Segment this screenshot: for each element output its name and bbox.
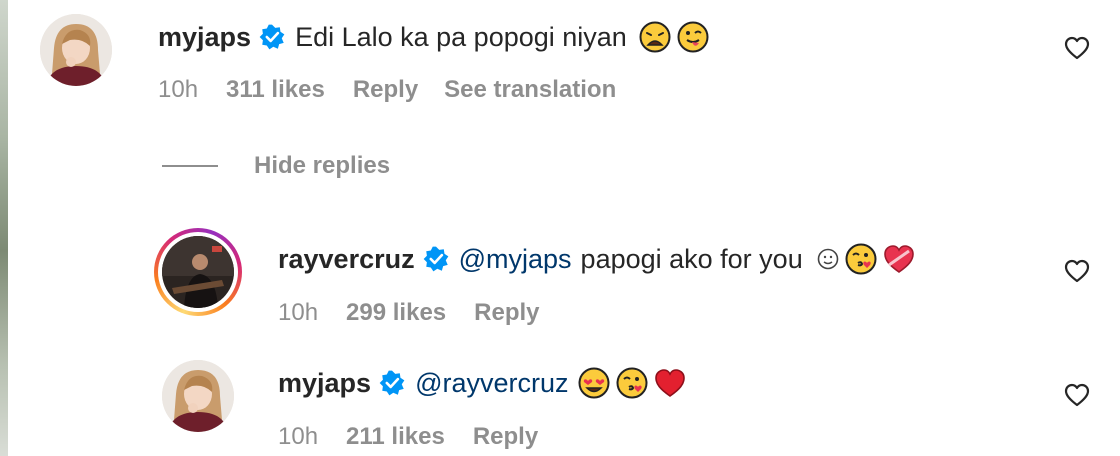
replies-divider-line — [162, 165, 218, 167]
heart-with-ribbon-icon — [883, 243, 915, 275]
slight-smile-face-icon — [817, 248, 839, 270]
winking-tongue-face-icon — [677, 21, 709, 53]
reply-timestamp[interactable]: 10h — [278, 422, 318, 452]
verified-badge-icon — [379, 370, 405, 396]
comments-page: myjaps Edi Lalo ka pa popogi niyan 10h 3… — [0, 0, 1120, 456]
red-heart-icon — [654, 367, 686, 399]
comment-likes[interactable]: 311 likes — [226, 75, 325, 105]
avatar[interactable] — [40, 14, 112, 86]
hide-replies-button[interactable]: Hide replies — [162, 152, 390, 180]
face-blowing-kiss-icon — [845, 243, 877, 275]
reply-mention-link[interactable]: @myjaps — [459, 242, 572, 276]
reply-meta: 10h 299 likes Reply — [278, 298, 566, 328]
background-edge — [0, 0, 8, 456]
see-translation-button[interactable]: See translation — [444, 75, 616, 105]
reply-username[interactable]: myjaps — [278, 366, 371, 400]
comment-timestamp[interactable]: 10h — [158, 75, 198, 105]
verified-badge-icon — [423, 246, 449, 272]
hide-replies-label: Hide replies — [254, 152, 391, 179]
story-ring-avatar[interactable] — [154, 228, 242, 316]
reply-reply-button[interactable]: Reply — [474, 298, 539, 328]
comment-reply-button[interactable]: Reply — [353, 75, 418, 105]
weary-face-icon — [639, 21, 671, 53]
verified-badge-icon — [259, 24, 285, 50]
reply-timestamp[interactable]: 10h — [278, 298, 318, 328]
comment-body: myjaps Edi Lalo ka pa popogi niyan — [158, 20, 709, 54]
reply-likes[interactable]: 299 likes — [346, 298, 446, 328]
comment-text: Edi Lalo ka pa popogi niyan — [295, 22, 627, 52]
reply-likes[interactable]: 211 likes — [346, 422, 445, 452]
face-blowing-kiss-icon — [616, 367, 648, 399]
reply-reply-button[interactable]: Reply — [473, 422, 538, 452]
reply-body: rayvercruz @myjaps papogi ako for you — [278, 242, 915, 276]
like-heart-icon[interactable] — [1064, 383, 1090, 407]
reply-meta: 10h 211 likes Reply — [278, 422, 564, 452]
reply-body: myjaps @rayvercruz — [278, 366, 686, 400]
heart-eyes-face-icon — [578, 367, 610, 399]
reply-text: papogi ako for you — [580, 244, 803, 274]
reply-mention-link[interactable]: @rayvercruz — [415, 366, 568, 400]
comment-username[interactable]: myjaps — [158, 20, 251, 54]
avatar[interactable] — [162, 360, 234, 432]
like-heart-icon[interactable] — [1064, 259, 1090, 283]
reply-username[interactable]: rayvercruz — [278, 242, 415, 276]
comment-meta: 10h 311 likes Reply See translation — [158, 75, 616, 105]
avatar — [162, 236, 234, 308]
like-heart-icon[interactable] — [1064, 36, 1090, 60]
